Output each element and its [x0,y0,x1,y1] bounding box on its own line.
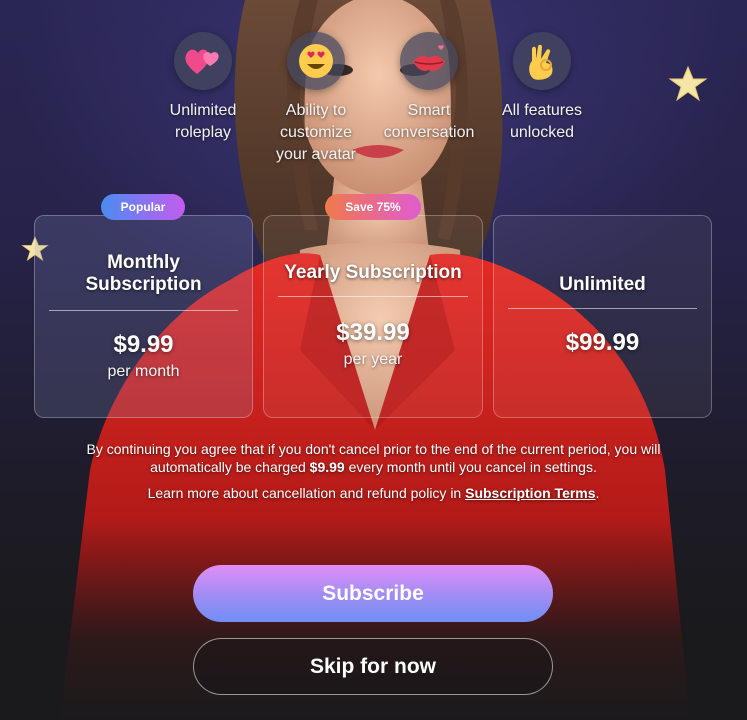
feature-label: Ability to customize your avatar [275,102,357,163]
plan-period: per year [343,351,403,368]
ok-hand-emoji-icon [513,32,571,90]
plan-title: Monthly Subscription [85,252,202,295]
popular-badge: Popular [101,194,185,220]
feature-unlimited-roleplay: Unlimited roleplay [143,32,263,144]
save-badge: Save 75% [325,194,421,220]
plan-title: Yearly Subscription [284,262,462,283]
plan-price: $99.99 [565,329,640,356]
divider [508,308,697,309]
feature-smart-conversation: Smart conversation [369,32,489,144]
billing-disclaimer: By continuing you agree that if you don'… [86,441,661,475]
refund-policy-note: Learn more about cancellation and refund… [147,485,600,501]
star-icon [668,65,708,102]
plan-price: $39.99 [336,319,410,346]
feature-label: All features unlocked [501,102,583,141]
subscription-terms-link[interactable]: Subscription Terms [465,485,595,501]
skip-button[interactable]: Skip for now [193,638,553,695]
feature-customize-avatar: Ability to customize your avatar [256,32,376,166]
plan-card-unlimited[interactable]: Unlimited $99.99 [493,215,712,418]
plan-period: per month [107,363,180,380]
heart-eyes-emoji-icon [287,32,345,90]
charge-amount: $9.99 [309,459,345,475]
feature-label: Unlimited roleplay [169,102,237,141]
two-hearts-emoji-icon [174,32,232,90]
subscribe-button[interactable]: Subscribe [193,565,553,622]
plan-title: Unlimited [559,274,646,295]
feature-label: Smart conversation [383,102,475,141]
divider [278,296,468,297]
plan-card-yearly[interactable]: Yearly Subscription $39.99 per year [263,215,483,418]
divider [49,310,238,311]
kiss-mark-emoji-icon [400,32,458,90]
plan-price: $9.99 [113,331,174,358]
plan-card-monthly[interactable]: Monthly Subscription $9.99 per month [34,215,253,418]
feature-all-unlocked: All features unlocked [482,32,602,144]
